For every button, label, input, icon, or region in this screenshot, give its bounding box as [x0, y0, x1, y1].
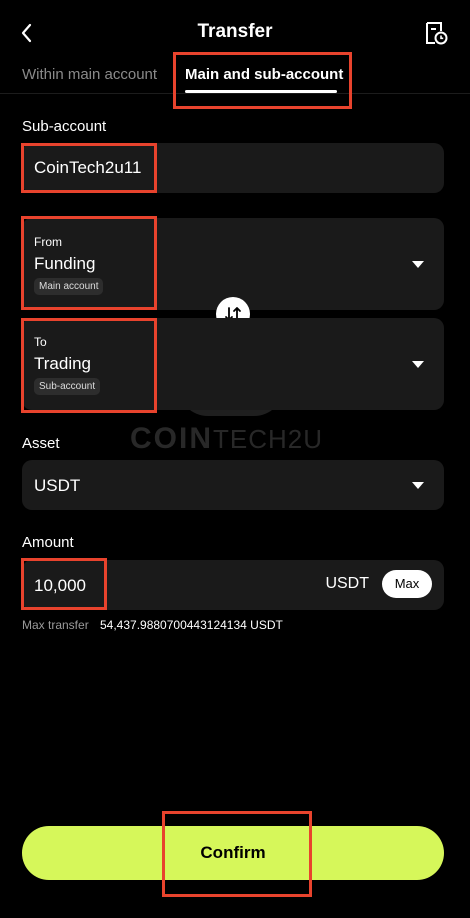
page-title: Transfer [197, 21, 273, 42]
sub-account-label: Sub-account [22, 118, 107, 135]
tab-active-indicator [185, 90, 337, 93]
document-clock-icon[interactable] [424, 20, 448, 46]
amount-input[interactable]: 10,000 [34, 576, 86, 596]
amount-field[interactable]: 10,000 USDT Max [22, 560, 444, 610]
from-account-chip: Main account [34, 278, 104, 295]
confirm-button[interactable]: Confirm [22, 826, 444, 880]
tab-bar: Within main account Main and sub-account [0, 62, 470, 94]
to-account-chip: Sub-account [34, 378, 101, 395]
header: Transfer [0, 0, 470, 62]
sub-account-value: CoinTech2u11 [34, 158, 142, 177]
max-transfer-label: Max transfer [22, 618, 89, 632]
from-label: From [34, 235, 62, 249]
max-button[interactable]: Max [382, 570, 432, 598]
caret-down-icon [412, 482, 424, 489]
to-value: Trading [34, 354, 92, 373]
tab-main-and-sub-account[interactable]: Main and sub-account [185, 66, 343, 83]
asset-label: Asset [22, 435, 60, 452]
amount-unit: USDT [325, 575, 369, 592]
asset-selector[interactable]: USDT [22, 460, 444, 510]
amount-label: Amount [22, 534, 74, 551]
watermark-text: COINTECH2U [130, 422, 324, 455]
tab-within-main-account[interactable]: Within main account [22, 66, 157, 83]
max-transfer-value: 54,437.9880700443124134 USDT [100, 618, 283, 632]
caret-down-icon [412, 261, 424, 268]
to-label: To [34, 335, 47, 349]
caret-down-icon [412, 361, 424, 368]
to-selector[interactable]: To Trading Sub-account [22, 318, 444, 410]
sub-account-field[interactable]: CoinTech2u11 [22, 143, 444, 193]
asset-value: USDT [34, 476, 81, 495]
from-value: Funding [34, 254, 96, 273]
